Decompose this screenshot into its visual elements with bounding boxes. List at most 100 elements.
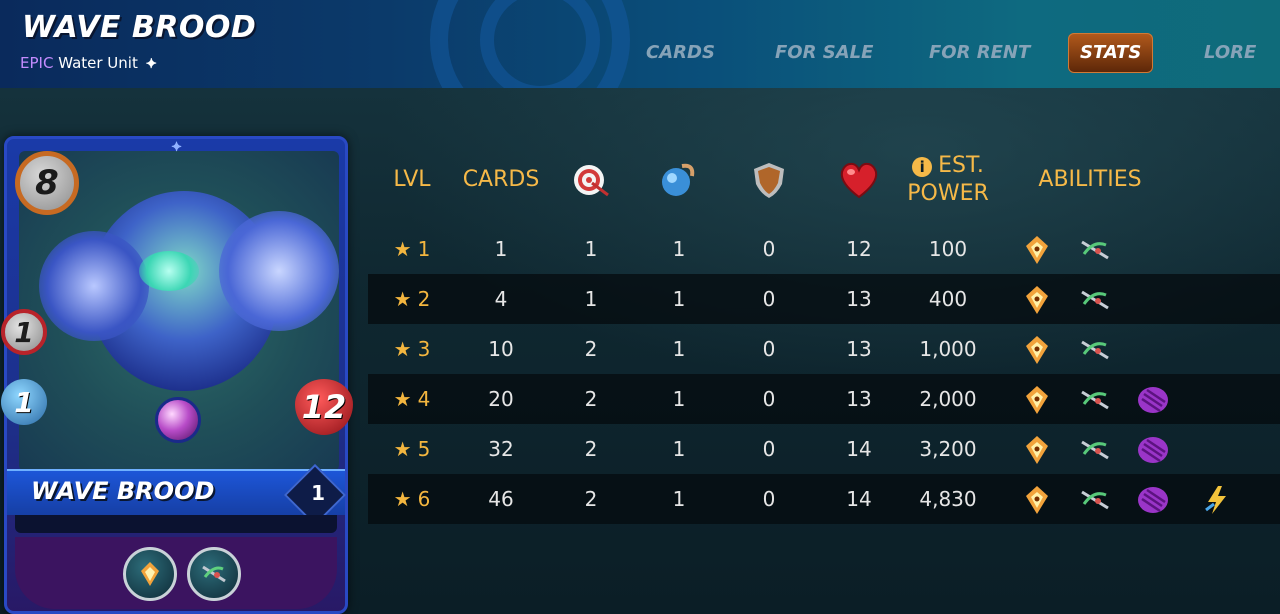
star-icon: ★ [393, 237, 412, 261]
ranged-cell: 2 [584, 337, 598, 361]
info-icon[interactable]: i [912, 157, 933, 177]
void-icon[interactable] [1136, 434, 1170, 466]
level-value: 1 [417, 237, 431, 261]
ranged-attack-badge: 1 [1, 309, 47, 355]
health-cell: 14 [846, 487, 872, 511]
armor-cell: 0 [762, 237, 776, 261]
level-value: 2 [417, 287, 431, 311]
ranged-cell: 2 [584, 437, 598, 461]
armor-cell: 0 [762, 337, 776, 361]
tab-stats[interactable]: STATS [1068, 33, 1154, 73]
speed-badge: 1 [1, 379, 47, 425]
reach-icon[interactable] [1078, 434, 1112, 466]
health-cell: 13 [846, 337, 872, 361]
reach-icon[interactable] [1078, 484, 1112, 516]
table-row: ★ 1 1 1 1 0 12 100 [368, 224, 1280, 274]
level-value: 5 [417, 437, 431, 461]
table-row: ★ 3 10 2 1 0 13 1,000 [368, 324, 1280, 374]
armor-cell: 0 [762, 437, 776, 461]
level-cell: ★ 6 [386, 474, 438, 524]
card-name: WAVE BROOD [31, 477, 215, 505]
level-cell: ★ 2 [386, 274, 438, 324]
divine-shield-icon[interactable] [1020, 234, 1054, 266]
health-cell: 13 [846, 387, 872, 411]
level-value: 3 [417, 337, 431, 361]
level-cell: ★ 5 [386, 424, 438, 474]
edition-icon: ⯌ [171, 139, 183, 155]
level-cell: ★ 1 [386, 224, 438, 274]
ranged-cell: 1 [584, 237, 598, 261]
cards-cell: 32 [488, 437, 514, 461]
health-badge: 12 [295, 379, 353, 435]
level-value: 6 [417, 487, 431, 511]
reach-icon[interactable] [1078, 284, 1112, 316]
header-abilities: ABILITIES [1038, 167, 1142, 192]
reach-icon[interactable] [1078, 384, 1112, 416]
cards-cell: 46 [488, 487, 514, 511]
table-row: ★ 5 32 2 1 0 14 3,200 [368, 424, 1280, 474]
reach-icon[interactable] [1078, 234, 1112, 266]
header-lvl: LVL [393, 167, 431, 192]
cards-cell: 10 [488, 337, 514, 361]
health-icon [834, 140, 884, 220]
power-cell: 3,200 [919, 437, 977, 461]
tab-for-rent[interactable]: FOR RENT [929, 33, 1030, 73]
speed-cell: 1 [672, 237, 686, 261]
star-icon: ★ [393, 387, 412, 411]
speed-cell: 1 [672, 437, 686, 461]
star-icon: ★ [393, 437, 412, 461]
star-icon: ★ [393, 287, 412, 311]
table-row: ★ 2 4 1 1 0 13 400 [368, 274, 1280, 324]
card-level: 1 [311, 481, 325, 505]
cards-cell: 20 [488, 387, 514, 411]
ranged-cell: 2 [584, 387, 598, 411]
card-description-bar [15, 515, 337, 533]
speed-icon [654, 140, 704, 220]
table-row: ★ 6 46 2 1 0 14 4,830 [368, 474, 1280, 524]
divine-shield-icon[interactable] [1020, 334, 1054, 366]
speed-cell: 1 [672, 337, 686, 361]
rarity-gem [155, 397, 201, 443]
ranged-attack-icon [566, 140, 616, 220]
level-cell: ★ 4 [386, 374, 438, 424]
tab-for-sale[interactable]: FOR SALE [775, 33, 873, 73]
speed-cell: 1 [672, 387, 686, 411]
cards-cell: 1 [494, 237, 508, 261]
monster-card: ⯌ 8 1 1 12 WAVE BROOD 1 [1, 136, 353, 614]
card-name-bar: WAVE BROOD 1 [7, 463, 347, 527]
health-cell: 13 [846, 287, 872, 311]
divine-shield-icon[interactable] [123, 547, 177, 601]
divine-shield-icon[interactable] [1020, 434, 1054, 466]
speed-cell: 1 [672, 487, 686, 511]
header-est-power: i EST. POWER [896, 140, 1000, 220]
star-icon: ★ [393, 337, 412, 361]
divine-shield-icon[interactable] [1020, 484, 1054, 516]
tab-lore[interactable]: LORE [1204, 33, 1256, 73]
level-cell: ★ 3 [386, 324, 438, 374]
ranged-cell: 2 [584, 487, 598, 511]
divine-shield-icon[interactable] [1020, 384, 1054, 416]
tab-bar: CARDS FOR SALE FOR RENT STATS LORE [0, 33, 1280, 73]
table-row: ★ 4 20 2 1 0 13 2,000 [368, 374, 1280, 424]
power-cell: 2,000 [919, 387, 977, 411]
power-cell: 400 [928, 287, 968, 311]
power-cell: 100 [928, 237, 968, 261]
void-icon[interactable] [1136, 384, 1170, 416]
header-bar: WAVE BROOD EPIC Water Unit ⯌ CARDS FOR S… [0, 0, 1280, 88]
tab-cards[interactable]: CARDS [646, 33, 715, 73]
speed-cell: 1 [672, 287, 686, 311]
health-cell: 14 [846, 437, 872, 461]
power-cell: 1,000 [919, 337, 977, 361]
level-value: 4 [417, 387, 431, 411]
header-cards: CARDS [462, 167, 540, 192]
ranged-cell: 1 [584, 287, 598, 311]
cards-cell: 4 [494, 287, 508, 311]
reach-icon[interactable] [1078, 334, 1112, 366]
lightning-icon[interactable] [1200, 484, 1234, 516]
reach-icon[interactable] [187, 547, 241, 601]
armor-icon [744, 140, 794, 220]
divine-shield-icon[interactable] [1020, 284, 1054, 316]
void-icon[interactable] [1136, 484, 1170, 516]
armor-cell: 0 [762, 487, 776, 511]
star-icon: ★ [393, 487, 412, 511]
